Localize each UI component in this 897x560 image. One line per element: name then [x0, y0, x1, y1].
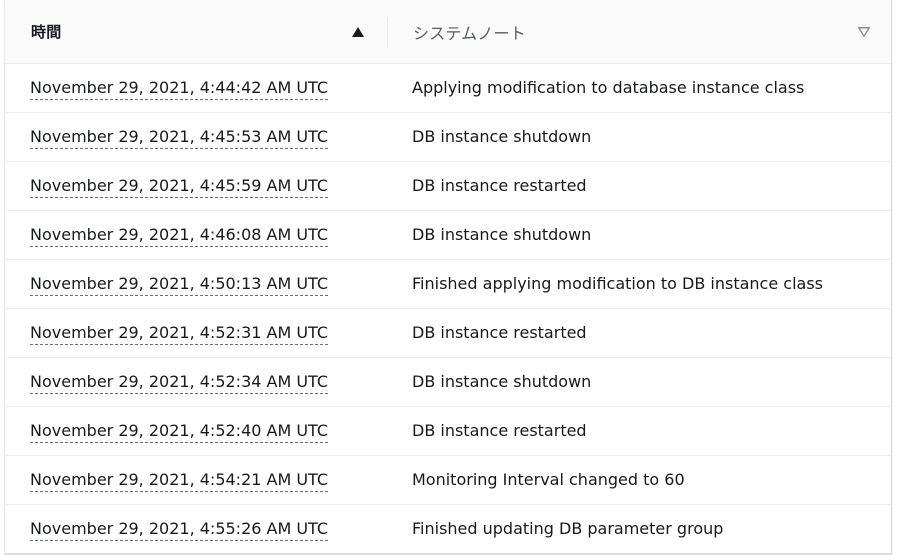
column-header-time-label: 時間 [31, 23, 62, 41]
event-system-note: DB instance restarted [412, 323, 587, 342]
table-row: November 29, 2021, 4:46:08 AM UTC DB inst… [5, 211, 891, 260]
table-row: November 29, 2021, 4:45:59 AM UTC DB inst… [5, 162, 891, 211]
event-time[interactable]: November 29, 2021, 4:52:31 AM UTC [30, 322, 329, 345]
events-table: 時間 システムノート November 29, 2021, 4:44:42 AM… [4, 0, 892, 554]
table-body: November 29, 2021, 4:44:42 AM UTC Applyin… [5, 64, 891, 553]
event-time[interactable]: November 29, 2021, 4:52:40 AM UTC [30, 420, 329, 443]
sort-ascending-icon[interactable] [350, 24, 366, 40]
table-header: 時間 システムノート [5, 0, 891, 64]
event-system-note: DB instance shutdown [412, 372, 592, 391]
table-row: November 29, 2021, 4:45:53 AM UTC DB inst… [5, 113, 891, 162]
event-time[interactable]: November 29, 2021, 4:45:53 AM UTC [30, 126, 329, 149]
event-system-note: DB instance restarted [412, 421, 587, 440]
table-row: November 29, 2021, 4:55:26 AM UTC Finishe… [5, 505, 891, 553]
table-row: November 29, 2021, 4:52:34 AM UTC DB inst… [5, 358, 891, 407]
event-time[interactable]: November 29, 2021, 4:44:42 AM UTC [30, 77, 329, 100]
event-time[interactable]: November 29, 2021, 4:50:13 AM UTC [30, 273, 329, 296]
event-time[interactable]: November 29, 2021, 4:54:21 AM UTC [30, 469, 329, 492]
event-system-note: DB instance shutdown [412, 225, 592, 244]
event-system-note: Applying modification to database instan… [412, 78, 805, 97]
event-system-note: Monitoring Interval changed to 60 [412, 470, 685, 489]
event-system-note: DB instance restarted [412, 176, 587, 195]
table-row: November 29, 2021, 4:52:40 AM UTC DB inst… [5, 407, 891, 456]
event-time[interactable]: November 29, 2021, 4:45:59 AM UTC [30, 175, 329, 198]
sort-descending-icon[interactable] [856, 24, 872, 40]
event-time[interactable]: November 29, 2021, 4:52:34 AM UTC [30, 371, 329, 394]
event-system-note: Finished updating DB parameter group [412, 519, 724, 538]
table-row: November 29, 2021, 4:52:31 AM UTC DB inst… [5, 309, 891, 358]
event-time[interactable]: November 29, 2021, 4:46:08 AM UTC [30, 224, 329, 247]
column-header-time[interactable]: 時間 [5, 0, 387, 63]
event-system-note: DB instance shutdown [412, 127, 592, 146]
column-header-system-note[interactable]: システムノート [388, 0, 891, 63]
column-header-system-note-label: システムノート [413, 23, 526, 43]
table-row: November 29, 2021, 4:50:13 AM UTC Finishe… [5, 260, 891, 309]
event-time[interactable]: November 29, 2021, 4:55:26 AM UTC [30, 518, 329, 541]
table-row: November 29, 2021, 4:54:21 AM UTC Monitor… [5, 456, 891, 505]
event-system-note: Finished applying modification to DB ins… [412, 274, 823, 293]
table-row: November 29, 2021, 4:44:42 AM UTC Applyin… [5, 64, 891, 113]
